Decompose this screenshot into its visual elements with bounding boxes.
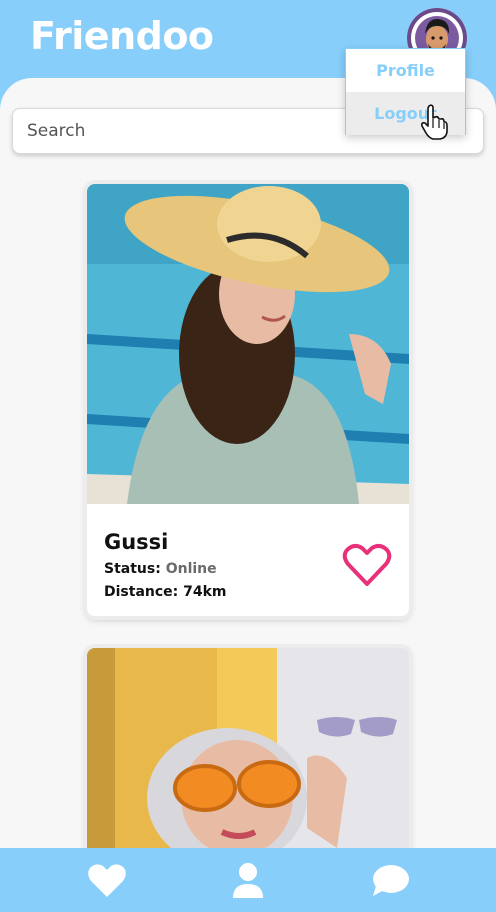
hand-cursor-icon	[420, 104, 448, 140]
main-panel: Gussi Status: Online Distance: 74km	[0, 78, 496, 912]
profile-photo	[87, 184, 409, 504]
nav-chat[interactable]	[370, 862, 410, 900]
profile-name: Gussi	[104, 530, 169, 554]
distance-label: Distance:	[104, 584, 179, 600]
bottom-nav	[0, 848, 496, 912]
menu-item-profile[interactable]: Profile	[346, 49, 465, 92]
nav-profile[interactable]	[228, 862, 268, 900]
nav-likes[interactable]	[87, 862, 127, 900]
heart-outline-icon	[342, 543, 392, 586]
like-button[interactable]	[342, 542, 392, 588]
distance-value: 74km	[183, 584, 227, 600]
app-title: Friendoo	[30, 14, 214, 58]
profile-card[interactable]: Gussi Status: Online Distance: 74km	[87, 184, 409, 616]
distance-line: Distance: 74km	[104, 584, 227, 600]
chat-icon	[373, 865, 409, 896]
user-icon	[233, 863, 263, 898]
status-label: Status:	[104, 561, 161, 577]
status-line: Status: Online	[104, 561, 217, 577]
status-value: Online	[165, 561, 217, 577]
heart-icon	[88, 864, 126, 897]
